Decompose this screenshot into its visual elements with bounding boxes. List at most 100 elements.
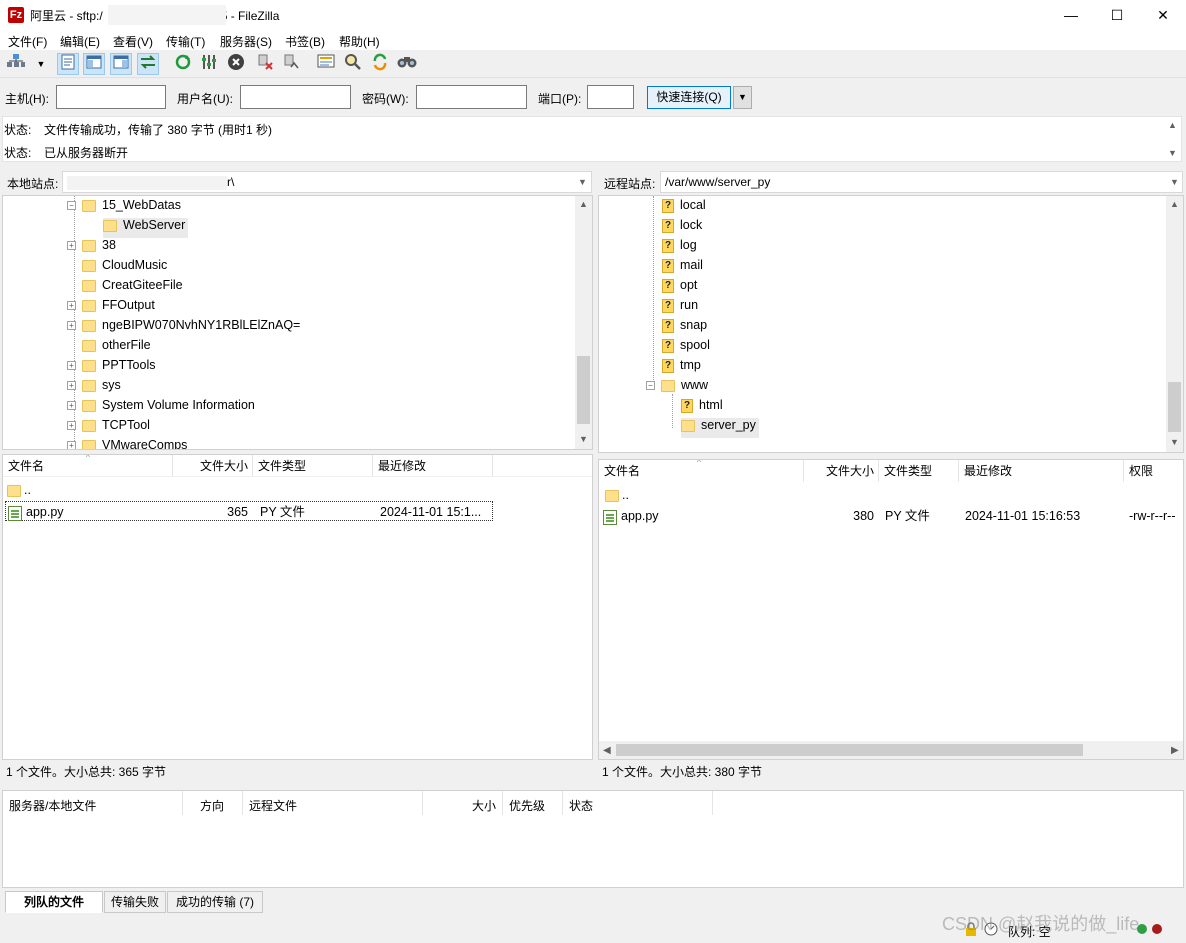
expand-icon[interactable]: + [67, 421, 76, 431]
tree-item[interactable]: + ngeBIPW070NvhNY1RBlLElZnAQ= [67, 318, 300, 338]
minimize-button[interactable]: — [1048, 0, 1094, 30]
tree-item[interactable]: + FFOutput [67, 298, 155, 318]
local-tree-icon[interactable] [83, 53, 105, 75]
menu-bookmarks[interactable]: 书签(B) [285, 33, 325, 50]
column-header-filetype[interactable]: 文件类型 [879, 460, 959, 482]
tab-failed-transfers[interactable]: 传输失败 [104, 891, 166, 913]
cancel-icon[interactable] [225, 53, 247, 75]
queue-column-priority[interactable]: 优先级 [509, 797, 545, 814]
column-header-modified[interactable]: 最近修改 [959, 460, 1124, 482]
tree-item[interactable]: + VMwareComps [67, 438, 187, 449]
tree-item-selected[interactable]: WebServer [103, 218, 189, 238]
local-tree-scroll-thumb[interactable] [577, 356, 590, 424]
scroll-left-arrow[interactable]: ◀ [603, 745, 611, 756]
disconnect-icon[interactable] [254, 53, 276, 75]
message-log-icon[interactable] [57, 53, 79, 75]
expand-icon[interactable]: + [67, 401, 76, 411]
scroll-down-arrow[interactable]: ▼ [579, 434, 588, 444]
queue-column-status[interactable]: 状态 [569, 797, 593, 814]
expand-icon[interactable]: + [67, 361, 76, 371]
tree-item[interactable]: ? run [662, 298, 698, 318]
tree-item[interactable]: CloudMusic [82, 258, 167, 278]
remote-site-path[interactable]: /var/www/server_py [660, 171, 1183, 193]
remote-path-dropdown-arrow[interactable]: ▼ [1170, 177, 1179, 187]
queue-column-server-local[interactable]: 服务器/本地文件 [9, 797, 96, 814]
menu-server[interactable]: 服务器(S) [220, 33, 272, 50]
tree-item[interactable]: ? local [662, 198, 706, 218]
queue-column-direction[interactable]: 方向 [200, 797, 224, 814]
tab-successful-transfers[interactable]: 成功的传输 (7) [167, 891, 263, 913]
menu-edit[interactable]: 编辑(E) [60, 33, 100, 50]
tree-item[interactable]: ? html [681, 398, 723, 418]
log-scroll-up-arrow[interactable]: ▲ [1168, 120, 1177, 130]
tree-item[interactable]: ? mail [662, 258, 703, 278]
host-input[interactable] [56, 85, 166, 109]
collapse-icon[interactable]: − [646, 381, 655, 391]
sync-browsing-icon[interactable] [369, 53, 391, 75]
file-row[interactable]: app.py 380 PY 文件 2024-11-01 15:16:53 -rw… [599, 506, 1183, 526]
scroll-down-arrow[interactable]: ▼ [1170, 437, 1179, 447]
scroll-up-arrow[interactable]: ▲ [1170, 199, 1179, 209]
queue-column-remote-file[interactable]: 远程文件 [249, 797, 297, 814]
expand-icon[interactable]: + [67, 321, 76, 331]
expand-icon[interactable]: + [67, 241, 76, 251]
reconnect-icon[interactable] [280, 53, 302, 75]
process-queue-icon[interactable] [198, 53, 220, 75]
column-header-modified[interactable]: 最近修改 [373, 455, 493, 477]
tree-item[interactable]: ? tmp [662, 358, 701, 378]
tree-item[interactable]: + PPTTools [67, 358, 156, 378]
tree-item[interactable]: ? log [662, 238, 697, 258]
toggle-comparison-icon[interactable] [342, 53, 364, 75]
column-header-filesize[interactable]: 文件大小 [173, 455, 253, 477]
file-row-parent[interactable]: .. [605, 485, 629, 505]
tree-item[interactable]: CreatGiteeFile [82, 278, 183, 298]
file-row-selected[interactable]: app.py 365 PY 文件 2024-11-01 15:1... [5, 501, 493, 522]
column-header-filetype[interactable]: 文件类型 [253, 455, 373, 477]
log-scroll-down-arrow[interactable]: ▼ [1168, 148, 1177, 158]
expand-icon[interactable]: + [67, 381, 76, 391]
tree-item[interactable]: ? opt [662, 278, 697, 298]
tree-item[interactable]: −15_WebDatas [67, 198, 181, 218]
scroll-right-arrow[interactable]: ▶ [1171, 745, 1179, 756]
quickconnect-button[interactable]: 快速连接(Q) [647, 86, 731, 109]
quickconnect-history-dropdown[interactable]: ▼ [733, 86, 752, 109]
refresh-icon[interactable] [172, 53, 194, 75]
tree-item[interactable]: + sys [67, 378, 121, 398]
tree-item[interactable]: − www [646, 378, 708, 398]
expand-icon[interactable]: + [67, 301, 76, 311]
password-input[interactable] [416, 85, 527, 109]
username-input[interactable] [240, 85, 351, 109]
search-icon[interactable] [396, 53, 418, 75]
expand-icon[interactable]: + [67, 441, 76, 449]
scroll-up-arrow[interactable]: ▲ [579, 199, 588, 209]
tree-item[interactable]: + System Volume Information [67, 398, 255, 418]
remote-tree-scroll-thumb[interactable] [1168, 382, 1181, 432]
local-path-dropdown-arrow[interactable]: ▼ [578, 177, 587, 187]
remote-tree-icon[interactable] [110, 53, 132, 75]
tab-queued-files[interactable]: 列队的文件 [5, 891, 103, 913]
local-site-path[interactable]: r\ [62, 171, 592, 193]
maximize-button[interactable]: ☐ [1094, 0, 1140, 30]
collapse-icon[interactable]: − [67, 201, 76, 211]
column-header-filename[interactable]: 文件名 [599, 460, 804, 482]
tree-item[interactable]: ? spool [662, 338, 710, 358]
column-header-filesize[interactable]: 文件大小 [804, 460, 879, 482]
remote-file-hscroll-thumb[interactable] [616, 744, 1083, 756]
menu-transfer[interactable]: 传输(T) [166, 33, 205, 50]
column-header-permissions[interactable]: 权限 [1124, 460, 1183, 482]
menu-file[interactable]: 文件(F) [8, 33, 47, 50]
close-button[interactable]: ✕ [1140, 0, 1186, 30]
dropdown-arrow-icon[interactable]: ▼ [30, 53, 52, 75]
tree-item[interactable]: ? snap [662, 318, 707, 338]
tree-item[interactable]: +38 [67, 238, 116, 258]
queue-column-size[interactable]: 大小 [472, 797, 496, 814]
directory-listing-filter-icon[interactable] [315, 53, 337, 75]
tree-item[interactable]: otherFile [82, 338, 151, 358]
file-row-parent[interactable]: .. [7, 480, 31, 500]
site-manager-icon[interactable] [5, 53, 27, 75]
tree-item[interactable]: ? lock [662, 218, 702, 238]
port-input[interactable] [587, 85, 634, 109]
menu-view[interactable]: 查看(V) [113, 33, 153, 50]
transfer-queue-icon[interactable] [137, 53, 159, 75]
tree-item-selected[interactable]: server_py [681, 418, 759, 438]
